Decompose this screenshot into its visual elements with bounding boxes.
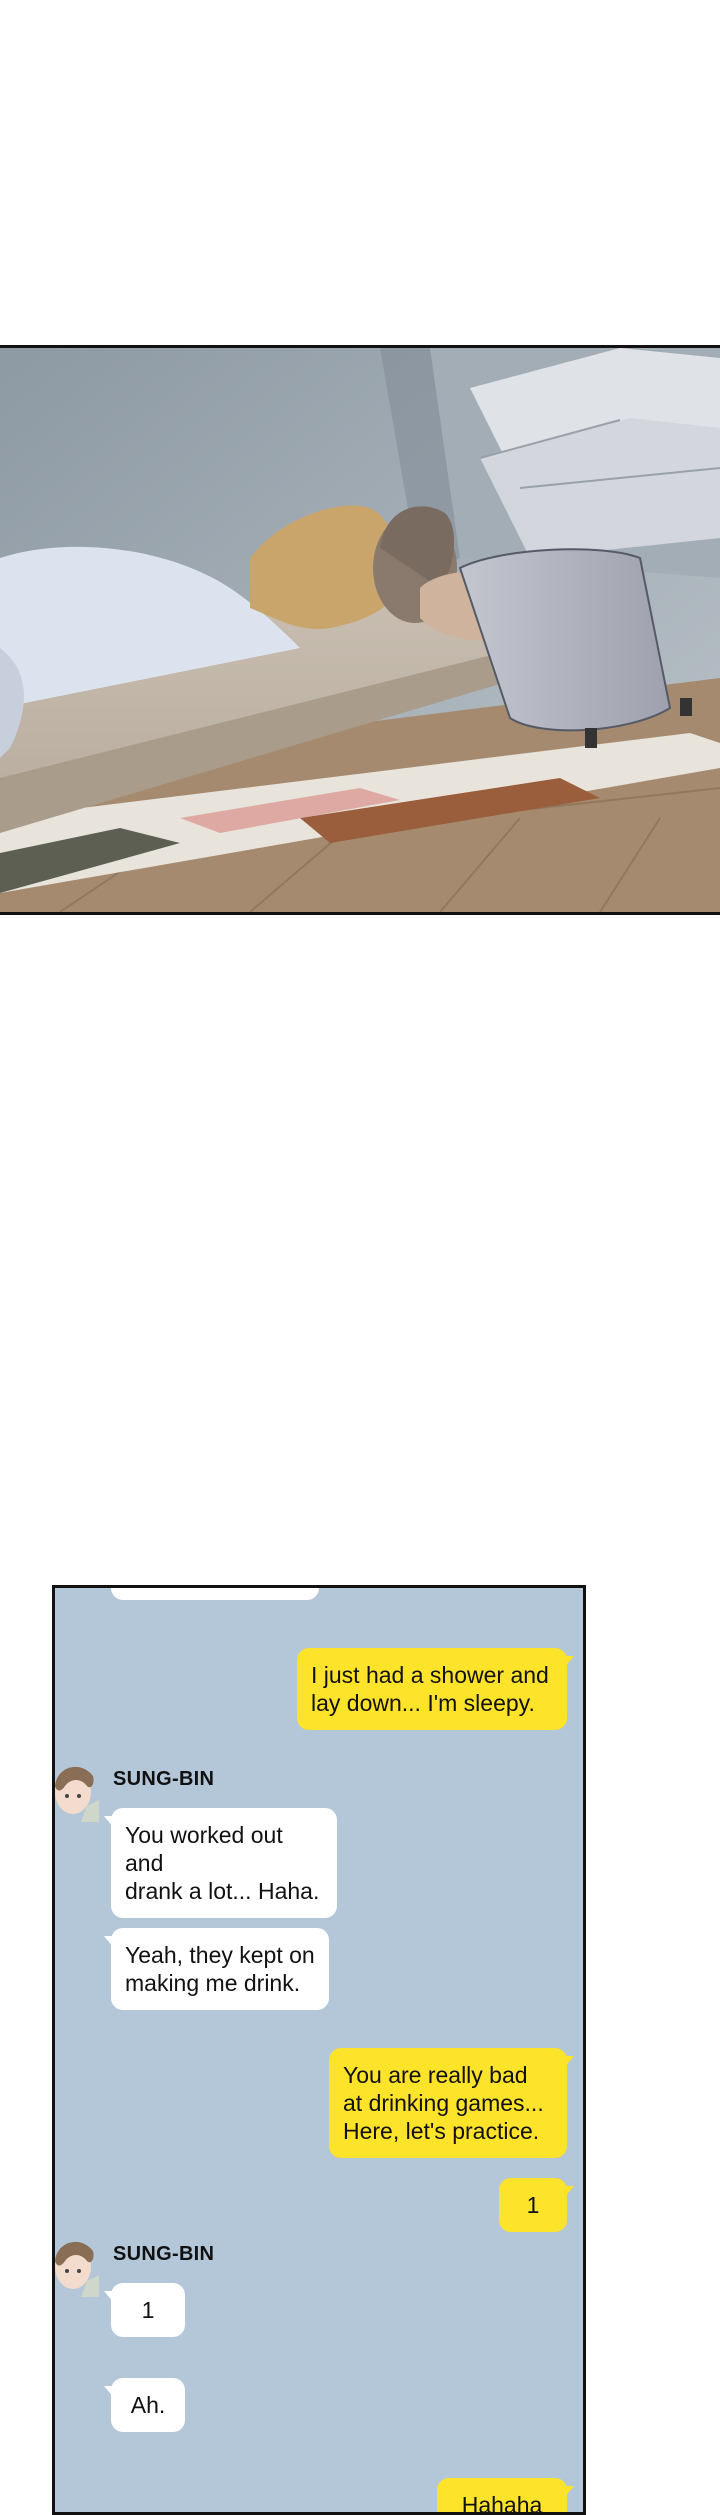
incoming-message-bubble: 1 — [104, 2283, 185, 2337]
incoming-message-bubble: Yeah, they kept on making me drink. — [104, 1928, 329, 2010]
message-bubble-cutoff — [111, 1588, 319, 1600]
sender-name: SUNG-BIN — [113, 2243, 215, 2265]
sung-bin-avatar-icon — [55, 1766, 99, 1822]
my-message-bubble: Hahaha — [437, 2478, 574, 2512]
sender-name: SUNG-BIN — [113, 1768, 215, 1790]
my-message-bubble: You are really bad at drinking games... … — [329, 2048, 574, 2158]
bedroom-illustration — [0, 348, 720, 912]
avatar — [55, 1756, 101, 1822]
my-message-bubble: 1 — [499, 2178, 574, 2232]
incoming-message-bubble: You worked out and drank a lot... Haha. — [104, 1808, 337, 1918]
chat-screen: I just had a shower and lay down... I'm … — [52, 1585, 586, 2515]
incoming-message-bubble: Ah. — [104, 2378, 185, 2432]
illustration-panel-bedroom — [0, 345, 720, 915]
sung-bin-avatar-icon — [55, 2241, 99, 2297]
avatar — [55, 2231, 101, 2297]
my-message-bubble: I just had a shower and lay down... I'm … — [297, 1648, 574, 1730]
